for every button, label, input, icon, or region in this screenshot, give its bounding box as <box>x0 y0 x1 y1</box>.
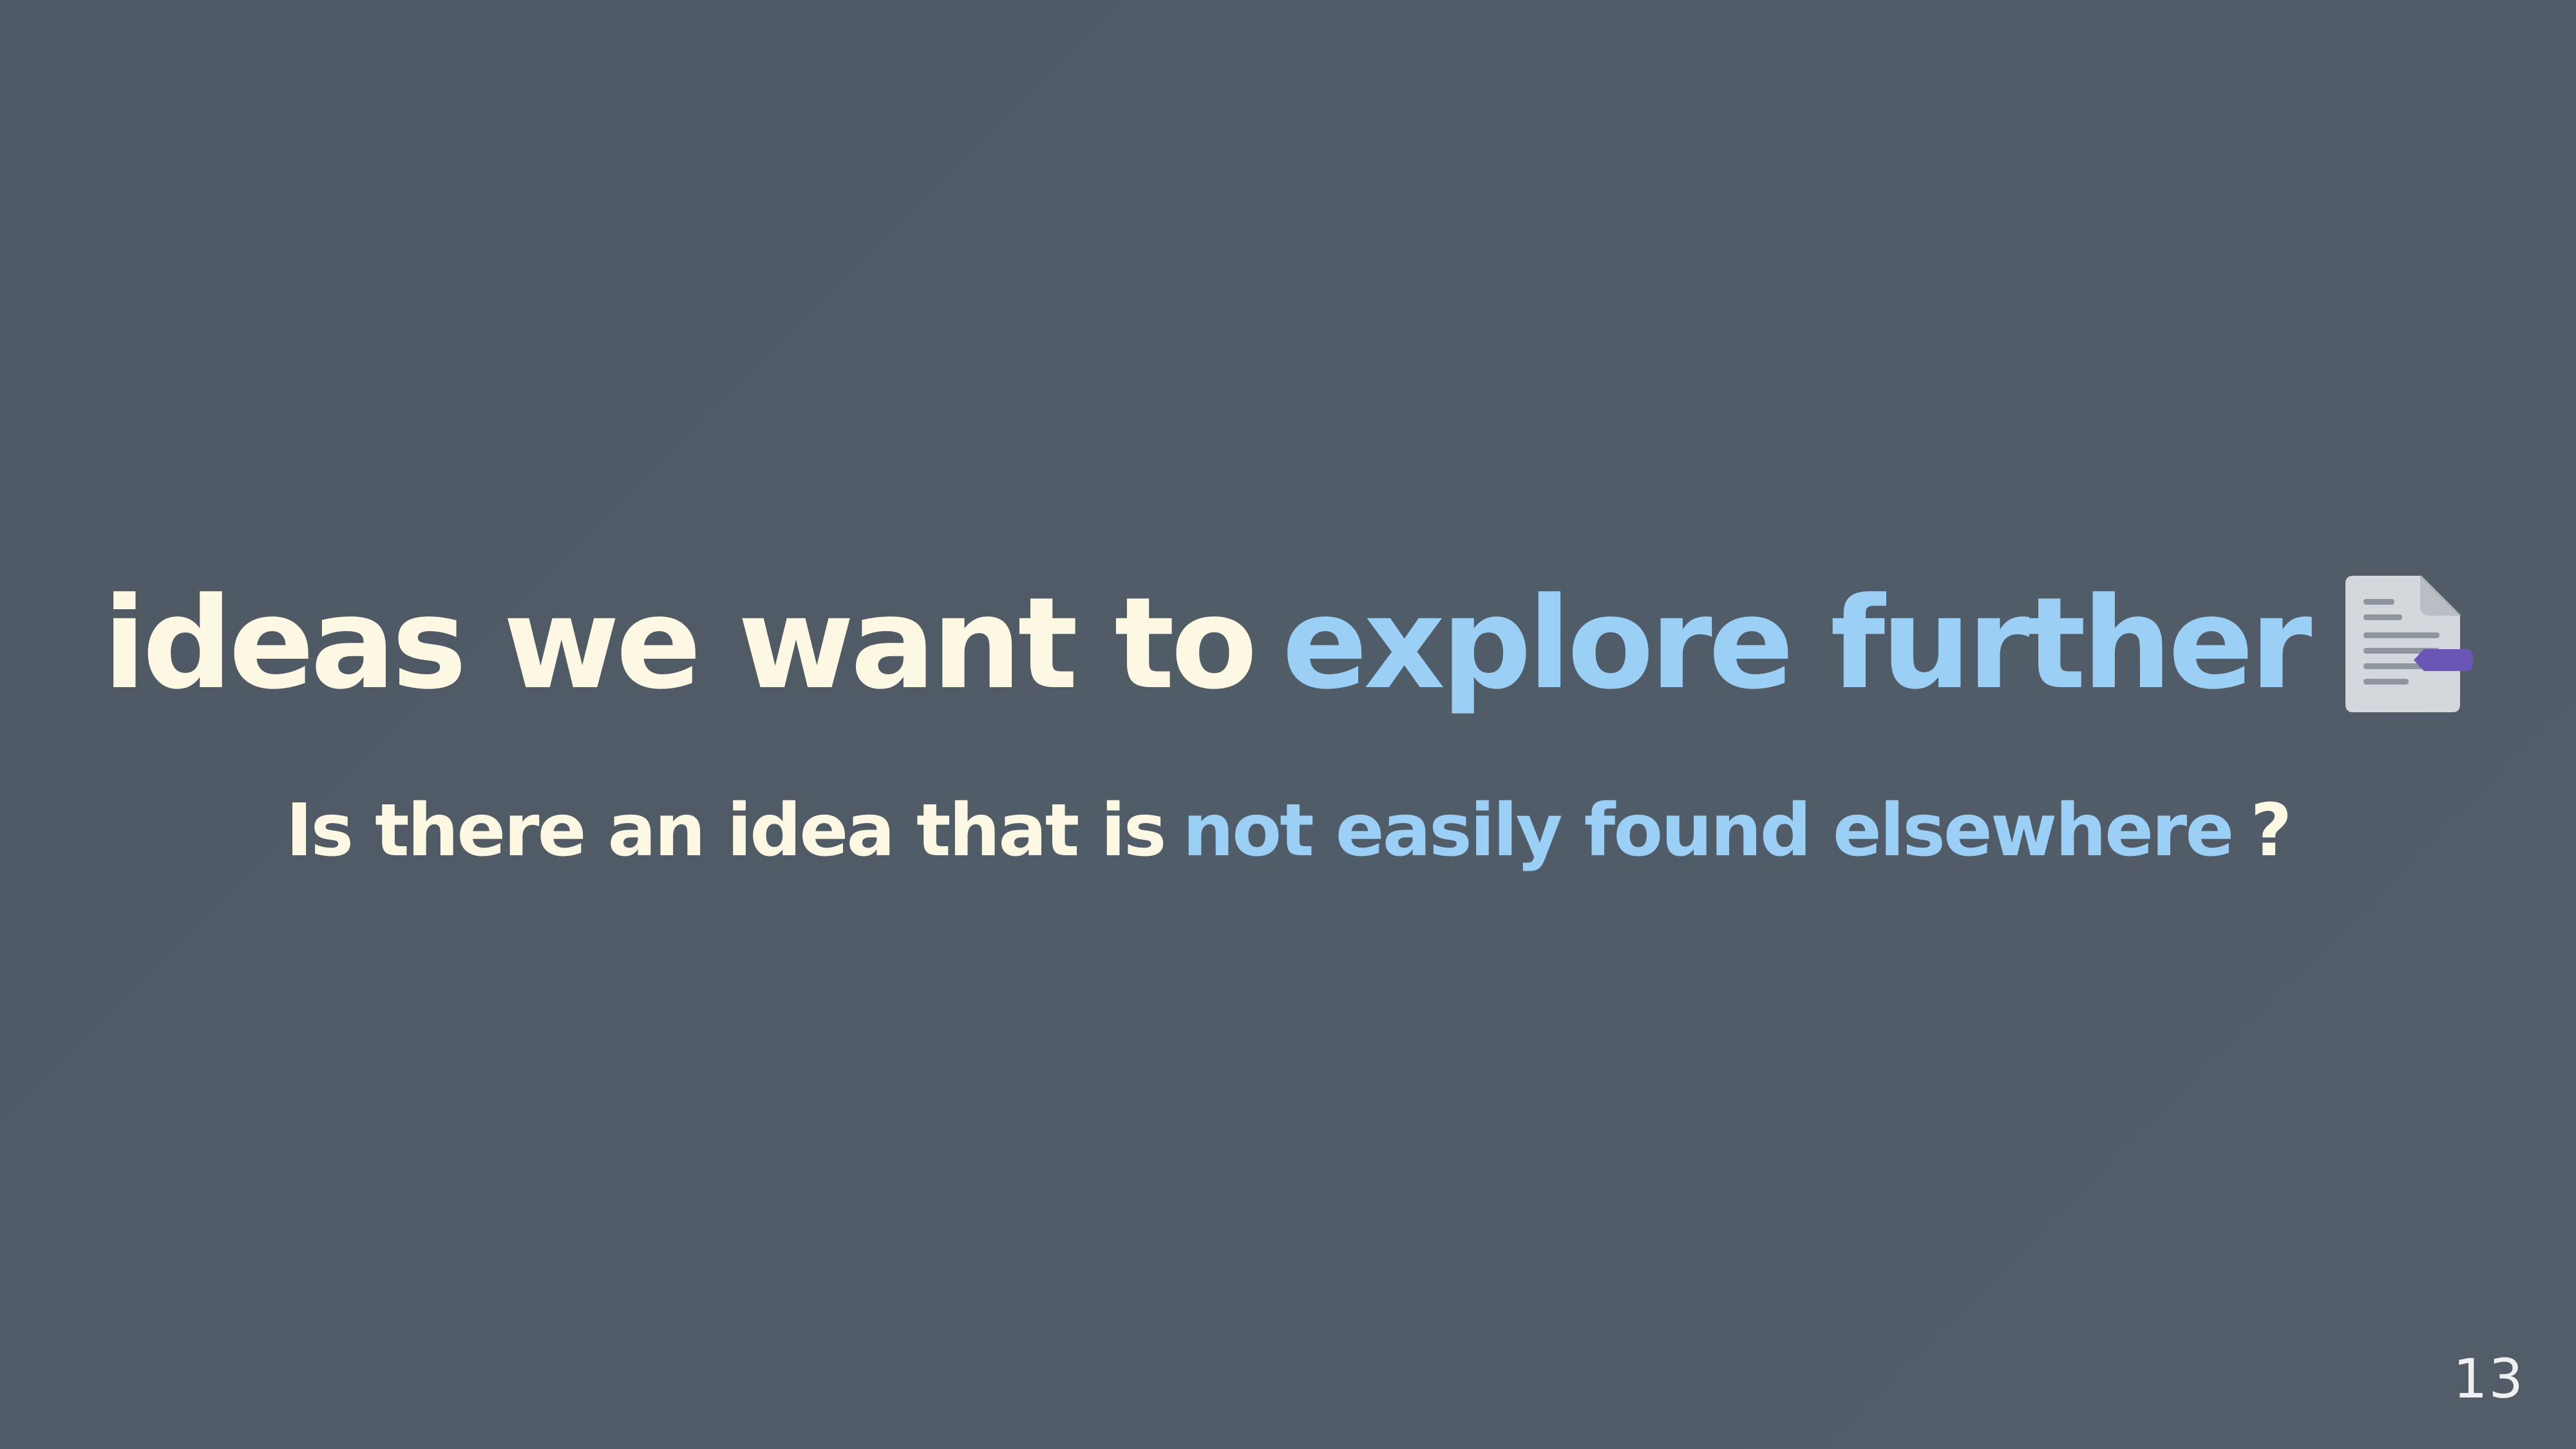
subtitle-text-highlight: not easily found elsewhere <box>1182 789 2234 873</box>
slide: ideas we want to explore further Is ther… <box>0 0 2576 1449</box>
title-text-plain: ideas we want to <box>102 571 1258 717</box>
page-number: 13 <box>2453 1347 2524 1410</box>
title-text-highlight: explore further <box>1282 571 2313 717</box>
slide-title: ideas we want to explore further <box>0 567 2576 721</box>
subtitle-text-plain: Is there an idea that is <box>285 789 1167 873</box>
subtitle-question-mark: ? <box>2250 789 2292 873</box>
document-with-tag-icon <box>2344 573 2474 715</box>
slide-subtitle: Is there an idea that is not easily foun… <box>0 786 2576 876</box>
